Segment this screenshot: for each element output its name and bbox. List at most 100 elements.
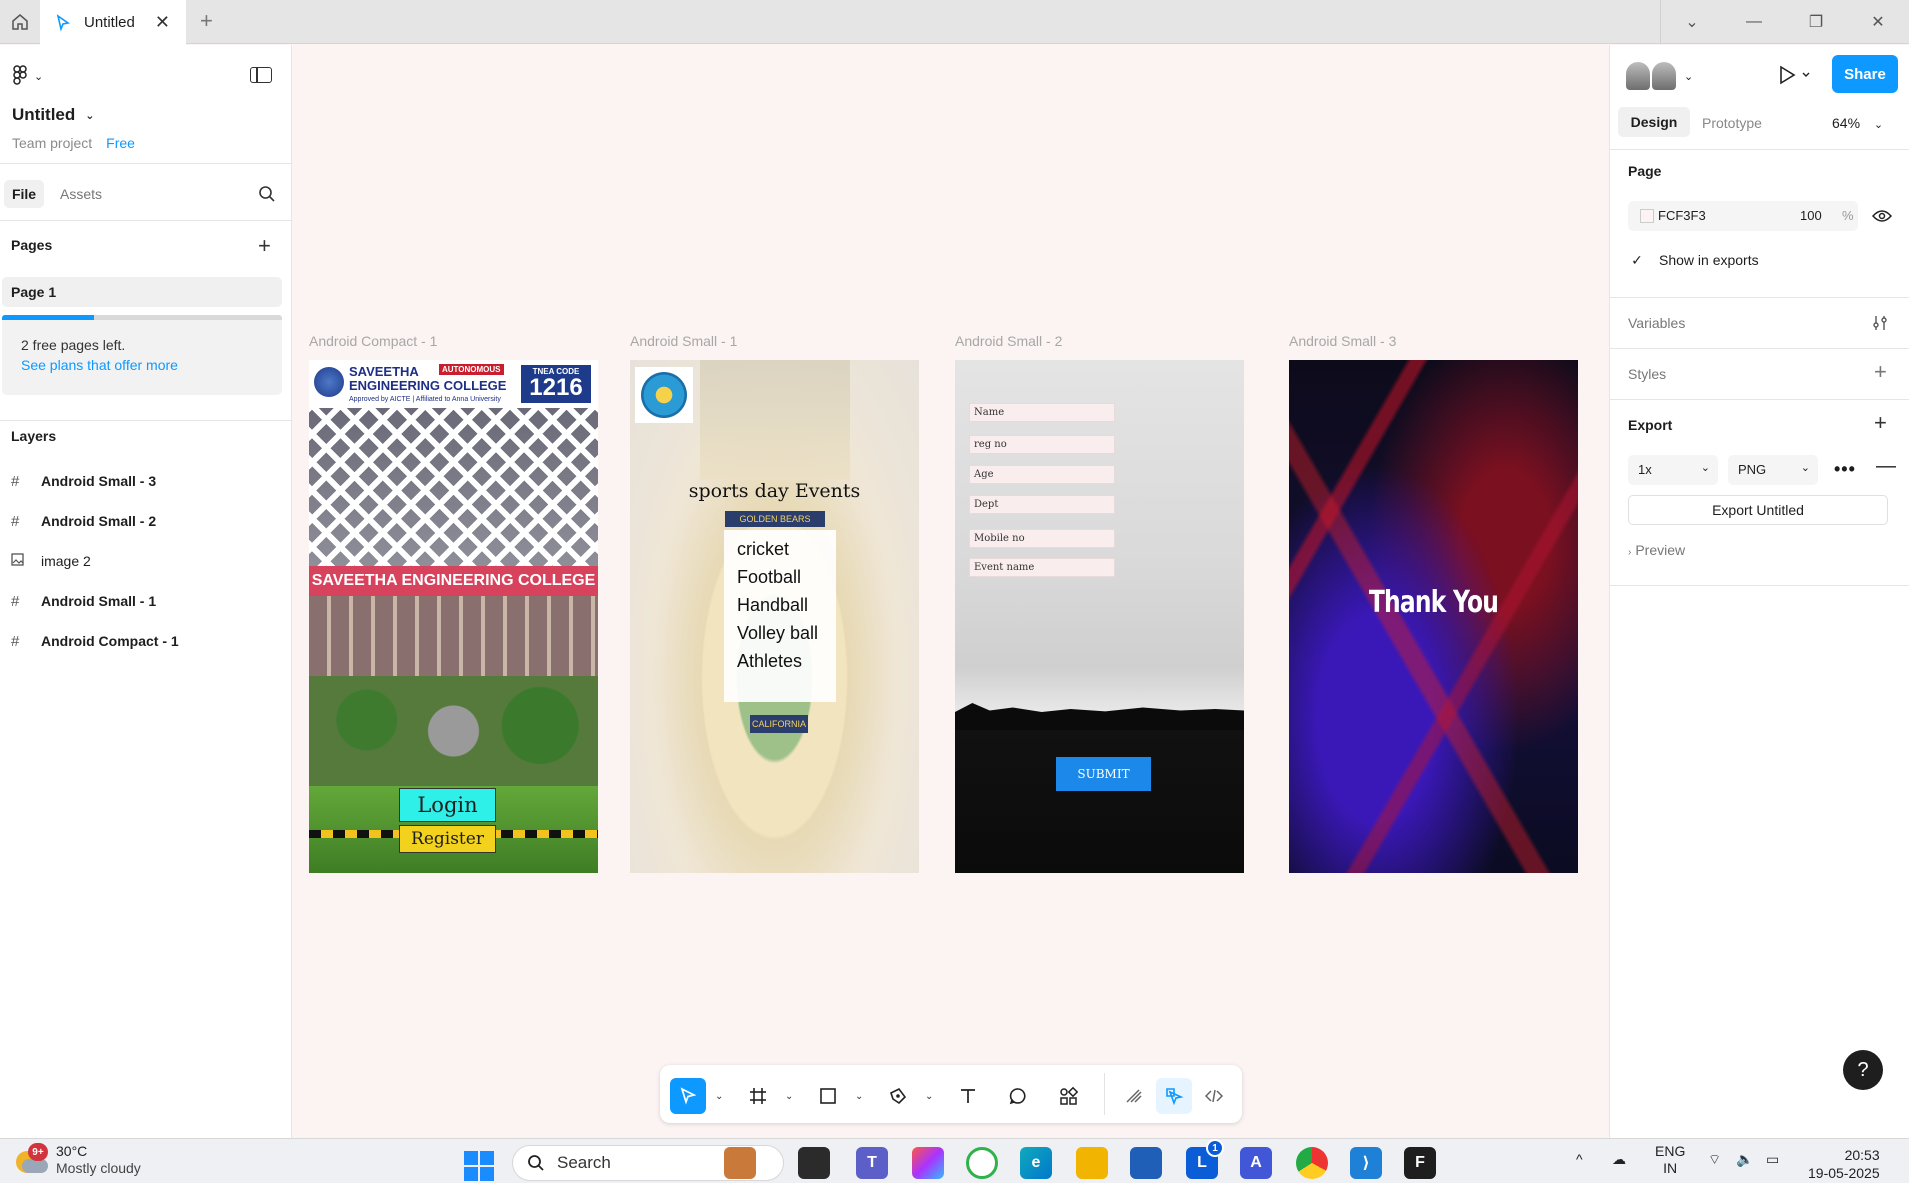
preview-toggle[interactable]: › Preview: [1628, 542, 1685, 558]
design-mode-tool[interactable]: [1156, 1078, 1192, 1114]
app-arc-icon[interactable]: A: [1240, 1147, 1272, 1179]
app-store-icon[interactable]: [1130, 1147, 1162, 1179]
export-scale-select[interactable]: 1x ⌄: [1628, 455, 1718, 485]
chevron-down-icon[interactable]: ⌄: [925, 1091, 933, 1102]
mobile-field[interactable]: Mobile no: [969, 529, 1115, 548]
close-tab-icon[interactable]: ✕: [155, 12, 170, 33]
app-edge-icon[interactable]: e: [1020, 1147, 1052, 1179]
show-in-exports-checkbox[interactable]: ✓: [1628, 251, 1646, 269]
app-photos-icon[interactable]: [724, 1147, 756, 1179]
windows-start-icon[interactable]: [464, 1151, 494, 1181]
frame-android-small-3[interactable]: Thank You: [1289, 360, 1578, 873]
present-button[interactable]: [1778, 65, 1812, 90]
zoom-dropdown[interactable]: 64% ⌄: [1832, 115, 1883, 131]
close-window-button[interactable]: ✕: [1848, 0, 1908, 44]
chevron-down-icon[interactable]: ⌄: [715, 1091, 723, 1102]
page-color-hex[interactable]: FCF3F3: [1658, 208, 1706, 223]
dev-mode-tool[interactable]: [1196, 1078, 1232, 1114]
home-button[interactable]: [0, 0, 40, 44]
wifi-icon[interactable]: ⌔: [1708, 1151, 1721, 1169]
weather-widget[interactable]: 9+ 30°C Mostly cloudy: [12, 1143, 141, 1177]
app-figma-icon[interactable]: F: [1404, 1147, 1436, 1179]
tab-assets[interactable]: Assets: [60, 186, 102, 202]
more-options-icon[interactable]: •••: [1834, 459, 1856, 480]
layer-item[interactable]: image 2: [11, 548, 91, 574]
battery-icon[interactable]: ▭: [1766, 1151, 1779, 1168]
page-opacity[interactable]: 100: [1800, 208, 1822, 223]
login-button[interactable]: Login: [399, 788, 496, 822]
app-file-explorer-icon[interactable]: [1076, 1147, 1108, 1179]
add-page-icon[interactable]: +: [258, 235, 271, 257]
frame-android-compact-1[interactable]: SAVEETHA ENGINEERING COLLEGE SAVEETHA EN…: [309, 360, 598, 873]
color-swatch[interactable]: [1640, 209, 1654, 223]
reg-no-field[interactable]: reg no: [969, 435, 1115, 454]
tab-design[interactable]: Design: [1618, 107, 1690, 137]
frame-android-small-1[interactable]: sports day Events GOLDEN BEARS cricket F…: [630, 360, 919, 873]
layer-item[interactable]: # Android Compact - 1: [11, 628, 179, 654]
name-field[interactable]: Name: [969, 403, 1115, 422]
tab-file[interactable]: File: [4, 180, 44, 208]
sliders-icon[interactable]: [1872, 315, 1888, 336]
minimize-button[interactable]: —: [1724, 0, 1784, 44]
eye-icon[interactable]: [1871, 209, 1893, 228]
main-menu-button[interactable]: ⌄: [12, 65, 43, 87]
register-button[interactable]: Register: [399, 825, 496, 853]
move-tool[interactable]: [670, 1078, 706, 1114]
sidebar-toggle-icon[interactable]: [250, 67, 272, 83]
app-chrome-icon[interactable]: [1296, 1147, 1328, 1179]
event-name-field[interactable]: Event name: [969, 558, 1115, 577]
draw-mode-tool[interactable]: [1116, 1078, 1152, 1114]
frame-label[interactable]: Android Small - 2: [955, 333, 1062, 349]
frame-label[interactable]: Android Small - 3: [1289, 333, 1396, 349]
help-button[interactable]: ?: [1843, 1050, 1883, 1090]
submit-button[interactable]: SUBMIT: [1056, 757, 1151, 791]
dept-field[interactable]: Dept: [969, 495, 1115, 514]
chevron-down-icon[interactable]: ⌄: [855, 1091, 863, 1102]
text-tool[interactable]: [950, 1078, 986, 1114]
app-vscode-icon[interactable]: ⟩: [1350, 1147, 1382, 1179]
collaborators[interactable]: ⌄: [1626, 62, 1693, 90]
layer-item[interactable]: # Android Small - 3: [11, 468, 156, 494]
layer-item[interactable]: # Android Small - 1: [11, 588, 156, 614]
onedrive-icon[interactable]: ☁: [1612, 1151, 1626, 1168]
restore-button[interactable]: ❐: [1786, 0, 1846, 44]
pen-tool[interactable]: [880, 1078, 916, 1114]
layer-item[interactable]: # Android Small - 2: [11, 508, 156, 534]
new-tab-button[interactable]: +: [200, 8, 213, 34]
chevron-up-icon[interactable]: ^: [1576, 1151, 1583, 1167]
tab-prototype[interactable]: Prototype: [1702, 115, 1762, 131]
shape-tool[interactable]: [810, 1078, 846, 1114]
frame-android-small-2[interactable]: Name reg no Age Dept Mobile no Event nam…: [955, 360, 1244, 873]
frame-label[interactable]: Android Compact - 1: [309, 333, 437, 349]
export-button[interactable]: Export Untitled: [1628, 495, 1888, 525]
design-canvas[interactable]: Android Compact - 1 Android Small - 1 An…: [293, 45, 1610, 1138]
clock[interactable]: 20:53 19-05-2025: [1808, 1146, 1880, 1182]
language-indicator[interactable]: ENG IN: [1655, 1143, 1685, 1177]
export-format-select[interactable]: PNG ⌄: [1728, 455, 1818, 485]
page-item[interactable]: Page 1: [2, 277, 282, 307]
chevron-down-icon[interactable]: ⌄: [1662, 0, 1722, 44]
app-l-icon[interactable]: L1: [1186, 1139, 1224, 1179]
age-field[interactable]: Age: [969, 465, 1115, 484]
app-files-icon[interactable]: [798, 1147, 830, 1179]
tab-untitled[interactable]: Untitled ✕: [40, 0, 186, 45]
plan-badge[interactable]: Free: [106, 135, 135, 151]
frame-tool[interactable]: [740, 1078, 776, 1114]
comment-tool[interactable]: [1000, 1078, 1036, 1114]
app-copilot-icon[interactable]: [912, 1147, 944, 1179]
chevron-down-icon[interactable]: ⌄: [785, 1091, 793, 1102]
page-color-input[interactable]: FCF3F3 100 %: [1628, 201, 1858, 231]
resources-tool[interactable]: [1050, 1078, 1086, 1114]
add-style-icon[interactable]: +: [1874, 361, 1887, 383]
search-icon[interactable]: [258, 185, 276, 208]
app-refresh-icon[interactable]: [966, 1147, 998, 1179]
variables-heading[interactable]: Variables: [1628, 315, 1685, 331]
share-button[interactable]: Share: [1832, 55, 1898, 93]
frame-label[interactable]: Android Small - 1: [630, 333, 737, 349]
app-teams-icon[interactable]: T: [856, 1147, 888, 1179]
add-export-icon[interactable]: +: [1874, 412, 1887, 434]
volume-icon[interactable]: 🔈: [1736, 1151, 1753, 1168]
see-plans-link[interactable]: See plans that offer more: [21, 357, 178, 373]
file-name-menu[interactable]: Untitled ⌄: [12, 105, 95, 125]
remove-export-icon[interactable]: —: [1876, 455, 1896, 478]
